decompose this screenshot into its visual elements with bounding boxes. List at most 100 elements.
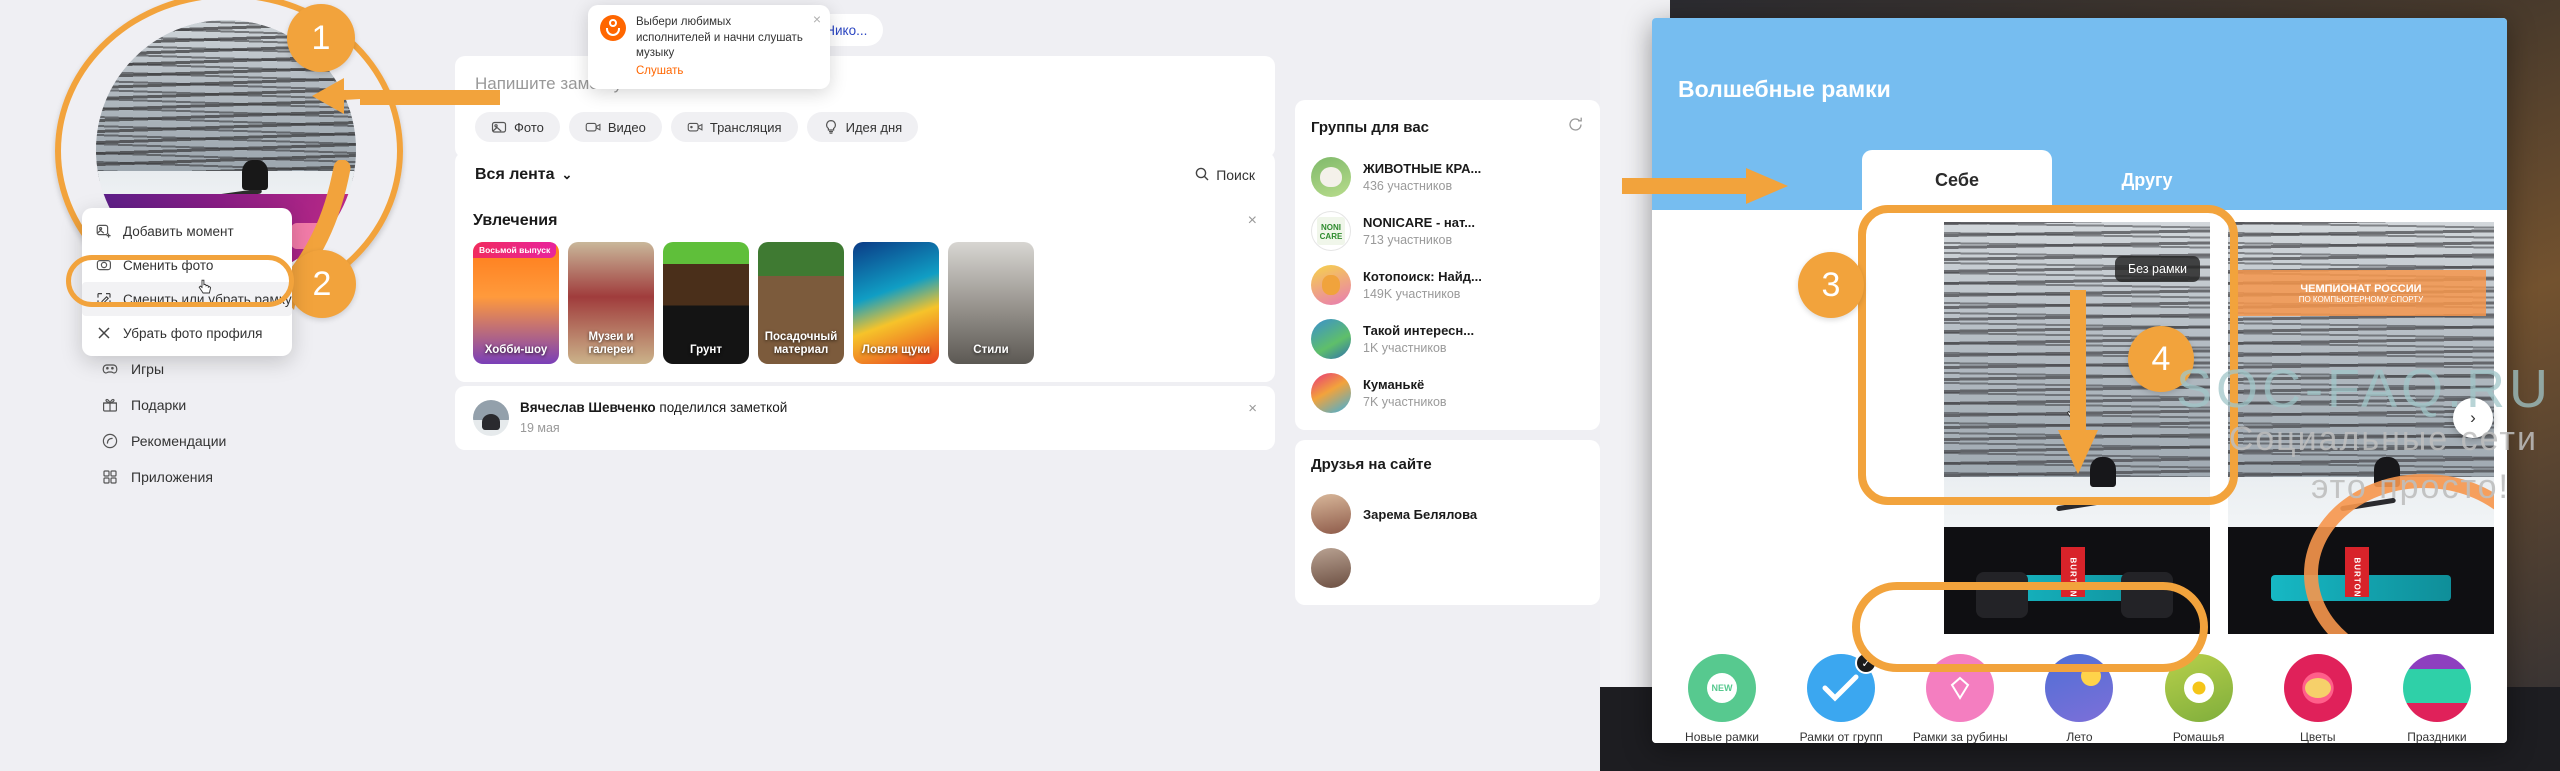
- category-daisies[interactable]: Ромашья: [2147, 654, 2251, 743]
- category-flowers[interactable]: Цветы: [2266, 654, 2370, 743]
- chevron-down-icon: ⌄: [561, 167, 573, 182]
- menu-item-remove-profile-photo[interactable]: Убрать фото профиля: [82, 316, 292, 350]
- step-number: 1: [311, 18, 331, 57]
- chip-label: Фото: [514, 119, 544, 135]
- arrow-to-note-composer: [312, 78, 500, 114]
- category-label: Праздники: [2407, 730, 2467, 743]
- profile-photo-menu: Добавить момент Сменить фото Сменить или…: [82, 208, 292, 356]
- menu-item-change-or-remove-frame[interactable]: Сменить или убрать рамку: [82, 282, 292, 316]
- menu-item-change-photo[interactable]: Сменить фото: [82, 248, 292, 282]
- hobby-tile[interactable]: Грунт: [663, 242, 749, 364]
- menu-item-add-moment[interactable]: Добавить момент: [82, 214, 292, 248]
- hobby-tile-caption: Хобби-шоу: [484, 344, 548, 357]
- chip-video[interactable]: Видео: [568, 112, 662, 142]
- chip-broadcast[interactable]: Трансляция: [670, 112, 798, 142]
- frame-icon: [96, 291, 112, 307]
- hobby-tile-caption: Грунт: [690, 344, 722, 357]
- frame-preview-next[interactable]: BURTON ЧЕМПИОНАТ РОССИИ ПО КОМПЬЮТЕРНОМУ…: [2228, 222, 2494, 634]
- hobby-tile[interactable]: Музеи и галереи: [568, 242, 654, 364]
- feed-header: Вся лента ⌄ Поиск: [455, 152, 1275, 198]
- group-row[interactable]: Такой интересн... 1K участников: [1311, 312, 1584, 366]
- composer-chips: Фото Видео Трансляция Идея дня: [475, 112, 1255, 142]
- category-label: Цветы: [2300, 730, 2336, 743]
- group-row[interactable]: ЖИВОТНЫЕ КРА... 436 участников: [1311, 150, 1584, 204]
- category-new-frames[interactable]: NEW Новые рамки: [1670, 654, 1774, 743]
- music-toast[interactable]: Выбери любимых исполнителей и начни слуш…: [588, 5, 830, 89]
- check-icon: ✓: [1807, 652, 1878, 722]
- sidebar-item-recommendations[interactable]: Рекомендации: [95, 423, 325, 459]
- friend-row[interactable]: [1311, 541, 1584, 595]
- note-composer: Напишите заметку Фото Видео Трансляция И…: [455, 56, 1275, 158]
- magic-frames-app: Волшебные рамки Себе Другу BURTON Без ра…: [1600, 0, 2560, 771]
- hobby-tile[interactable]: Посадочный материал: [758, 242, 844, 364]
- preview-boot-left: [1975, 571, 2028, 618]
- video-icon: [585, 119, 601, 135]
- music-toast-close-icon[interactable]: ×: [813, 11, 821, 27]
- music-toast-link[interactable]: Слушать: [636, 65, 804, 77]
- groups-panel: Группы для вас ЖИВОТНЫЕ КРА... 436 участ…: [1295, 100, 1600, 430]
- group-row[interactable]: NONI CARE NONICARE - нат... 713 участнико…: [1311, 204, 1584, 258]
- change-photo-icon: [96, 257, 112, 273]
- group-name: Такой интересн...: [1363, 323, 1475, 338]
- holiday-icon: [2402, 654, 2471, 722]
- hobby-tile[interactable]: Восьмой выпуск Хобби-шоу: [473, 242, 559, 364]
- groups-panel-title: Группы для вас: [1311, 118, 1430, 136]
- group-name: ЖИВОТНЫЕ КРА...: [1363, 161, 1482, 176]
- feed-search[interactable]: Поиск: [1194, 166, 1255, 185]
- menu-item-label: Сменить фото: [123, 257, 214, 273]
- mouse-cursor-icon: [198, 279, 212, 296]
- tab-self[interactable]: Себе: [1862, 150, 2052, 210]
- flower-icon: [2283, 654, 2352, 722]
- sidebar-item-label: Подарки: [131, 397, 187, 413]
- frame-ribbon-line1: ЧЕМПИОНАТ РОССИИ: [2300, 282, 2422, 295]
- friend-avatar: [1311, 548, 1351, 588]
- sidebar-item-games[interactable]: Игры: [95, 351, 325, 387]
- music-toast-title: Выбери любимых исполнителей и начни слуш…: [636, 16, 803, 60]
- category-holidays[interactable]: Праздники: [2385, 654, 2489, 743]
- step-number: 2: [312, 264, 332, 303]
- group-name: NONICARE - нат...: [1363, 215, 1476, 230]
- post-author[interactable]: Вячеслав Шевченко: [520, 400, 656, 415]
- category-label: Рамки за рубины: [1912, 730, 2008, 743]
- sidebar-item-label: Игры: [131, 361, 165, 377]
- post-close-icon[interactable]: ×: [1248, 400, 1257, 417]
- hobby-tile-caption: Музеи и галереи: [588, 331, 634, 357]
- group-row[interactable]: Котопоиск: Найд... 149K участников: [1311, 258, 1584, 312]
- preview-board-label: BURTON: [2061, 546, 2086, 598]
- preview-boot-right: [2120, 571, 2173, 618]
- hobby-tile[interactable]: Ловля щуки: [853, 242, 939, 364]
- group-row[interactable]: Куманькё 7K участников: [1311, 366, 1584, 420]
- category-ruby-frames[interactable]: Рамки за рубины: [1908, 654, 2012, 743]
- group-avatar: [1311, 319, 1351, 359]
- search-icon: [1194, 166, 1210, 185]
- post-avatar[interactable]: [473, 400, 509, 436]
- step-badge-3: 3: [1798, 252, 1864, 318]
- hobby-tile[interactable]: Стили: [948, 242, 1034, 364]
- hobbies-close-icon[interactable]: ×: [1248, 212, 1257, 230]
- feed-tab[interactable]: Вся лента ⌄: [475, 166, 572, 184]
- chip-idea[interactable]: Идея дня: [806, 112, 919, 142]
- modal-title: Волшебные рамки: [1678, 76, 1891, 102]
- category-label: Новые рамки: [1685, 730, 1759, 743]
- friend-avatar: [1311, 494, 1351, 534]
- hobbies-tiles: Восьмой выпуск Хобби-шоу Музеи и галереи…: [473, 242, 1257, 364]
- frame-ribbon: ЧЕМПИОНАТ РОССИИ ПО КОМПЬЮТЕРНОМУ СПОРТУ: [2236, 270, 2486, 316]
- sidebar-item-apps[interactable]: Приложения: [95, 459, 325, 495]
- group-members: 436 участников: [1363, 179, 1453, 193]
- sidebar-item-label: Рекомендации: [131, 433, 227, 449]
- refresh-icon[interactable]: [1567, 116, 1584, 138]
- daisy-icon: [2164, 654, 2233, 722]
- category-summer[interactable]: Лето: [2027, 654, 2131, 743]
- arrow-to-remove-button: [2058, 290, 2098, 474]
- sidebar-item-gifts[interactable]: Подарки: [95, 387, 325, 423]
- next-frame-button[interactable]: ›: [2453, 398, 2493, 438]
- category-group-frames[interactable]: ✓ Рамки от групп: [1789, 652, 1893, 743]
- tab-label: Себе: [1935, 169, 1979, 190]
- friend-row[interactable]: Зарема Белялова: [1311, 487, 1584, 541]
- chip-label: Трансляция: [709, 119, 782, 135]
- group-avatar: [1311, 157, 1351, 197]
- tab-friend[interactable]: Другу: [2052, 150, 2242, 210]
- menu-item-label: Убрать фото профиля: [123, 325, 263, 341]
- group-avatar: NONI CARE: [1311, 211, 1351, 251]
- apps-icon: [101, 468, 119, 486]
